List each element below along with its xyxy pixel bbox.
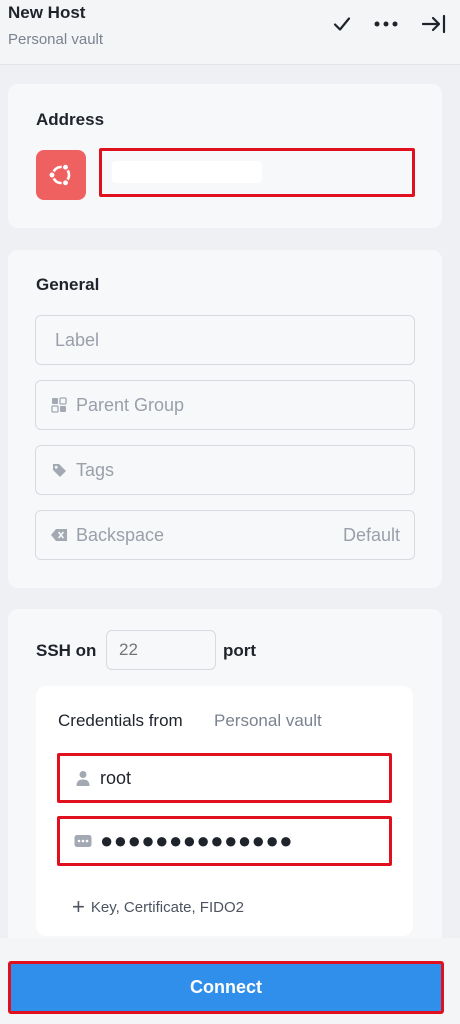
group-icon xyxy=(50,396,68,414)
tag-icon xyxy=(50,461,68,479)
port-label: port xyxy=(223,641,257,660)
ubuntu-icon[interactable] xyxy=(36,150,86,200)
port-input[interactable] xyxy=(106,630,216,670)
credentials-source[interactable]: Personal vault xyxy=(214,711,322,731)
credentials-label: Credentials from xyxy=(58,711,183,730)
backspace-icon xyxy=(50,526,68,544)
label-placeholder: Label xyxy=(55,329,100,350)
general-section-title: General xyxy=(36,275,100,294)
vault-subtitle: Personal vault xyxy=(8,31,104,48)
page-title: New Host xyxy=(8,3,86,22)
add-key-button[interactable]: + Key, Certificate, FIDO2 xyxy=(72,896,244,918)
ssh-label: SSH on xyxy=(36,641,97,660)
tags-placeholder: Tags xyxy=(76,459,115,480)
header: New Host Personal vault xyxy=(0,0,460,65)
label-field[interactable]: Label xyxy=(35,315,415,365)
password-value: ●●●●●●●●●●●●●● xyxy=(100,828,294,853)
backspace-field[interactable]: Backspace Default xyxy=(35,510,415,560)
address-section-title: Address xyxy=(36,110,105,129)
parent-group-field[interactable]: Parent Group xyxy=(35,380,415,430)
address-input[interactable] xyxy=(112,161,262,183)
backspace-label: Backspace xyxy=(76,524,165,545)
add-key-label: Key, Certificate, FIDO2 xyxy=(90,898,244,916)
backspace-value: Default xyxy=(342,525,400,545)
username-value: root xyxy=(100,767,132,788)
plus-icon: + xyxy=(72,894,85,919)
password-icon xyxy=(74,832,92,850)
collapse-panel-icon[interactable] xyxy=(420,10,448,38)
connect-button[interactable]: Connect xyxy=(8,961,444,1014)
more-icon[interactable] xyxy=(372,10,400,38)
parent-group-placeholder: Parent Group xyxy=(76,394,185,415)
username-field[interactable]: root xyxy=(57,753,392,803)
tags-field[interactable]: Tags xyxy=(35,445,415,495)
check-icon[interactable] xyxy=(328,10,356,38)
address-field[interactable] xyxy=(99,148,415,197)
user-icon xyxy=(74,769,92,787)
password-field[interactable]: ●●●●●●●●●●●●●● xyxy=(57,816,392,866)
